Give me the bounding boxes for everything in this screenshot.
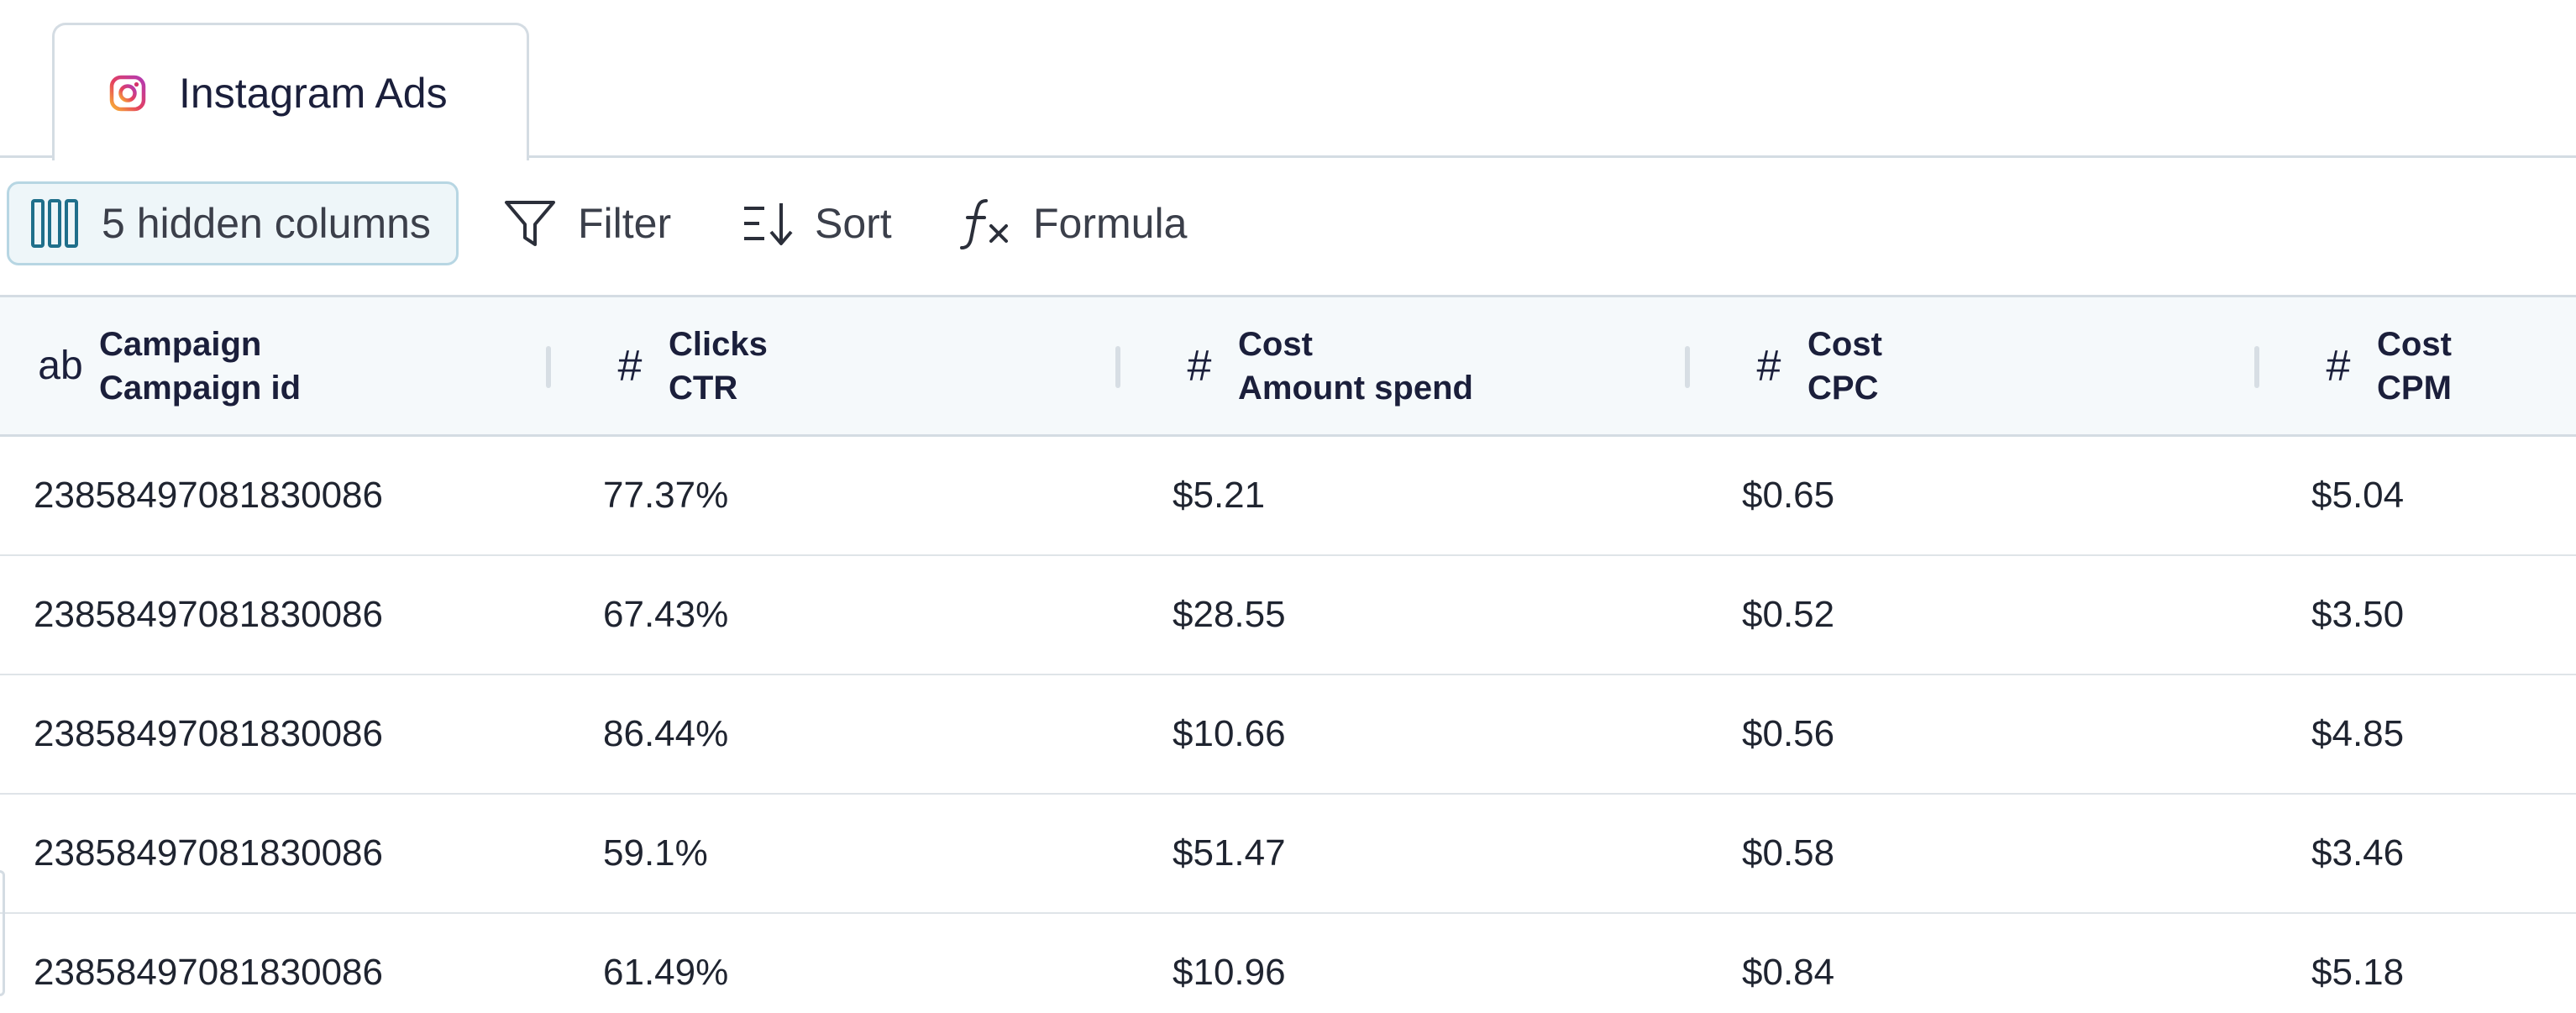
cell-cpm[interactable]: $5.18 — [2311, 914, 2404, 1013]
table-row[interactable]: 23858497081830086 61.49% $10.96 $0.84 $5… — [0, 914, 2576, 1013]
filter-icon — [505, 201, 555, 246]
text-type-icon: ab — [38, 344, 83, 388]
column-source: Campaign — [99, 325, 262, 363]
table-row[interactable]: 23858497081830086 59.1% $51.47 $0.58 $3.… — [0, 795, 2576, 914]
cell-campaign-id[interactable]: 23858497081830086 — [34, 914, 383, 1013]
cell-amount-spend[interactable]: $10.66 — [1173, 675, 1286, 793]
filter-button[interactable]: Filter — [502, 181, 671, 265]
cell-cpc[interactable]: $0.52 — [1742, 556, 1834, 674]
cell-amount-spend[interactable]: $51.47 — [1173, 795, 1286, 912]
number-type-icon: # — [1187, 341, 1212, 391]
cell-amount-spend[interactable]: $5.21 — [1173, 437, 1265, 554]
column-resize-handle[interactable] — [546, 346, 551, 388]
number-type-icon: # — [2326, 341, 2351, 391]
cell-campaign-id[interactable]: 23858497081830086 — [34, 675, 383, 793]
cell-cpc[interactable]: $0.65 — [1742, 437, 1834, 554]
column-header-ctr[interactable]: # Clicks CTR — [606, 297, 768, 434]
table-row[interactable]: 23858497081830086 77.37% $5.21 $0.65 $5.… — [0, 437, 2576, 556]
cell-cpm[interactable]: $5.04 — [2311, 437, 2404, 554]
sort-label: Sort — [815, 200, 892, 247]
column-field: CTR — [669, 369, 738, 407]
cell-ctr[interactable]: 61.49% — [603, 914, 728, 1013]
cell-ctr[interactable]: 77.37% — [603, 437, 728, 554]
column-resize-handle[interactable] — [2254, 346, 2259, 388]
tab-label: Instagram Ads — [179, 69, 448, 117]
cell-campaign-id[interactable]: 23858497081830086 — [34, 437, 383, 554]
column-field: CPM — [2377, 369, 2452, 407]
column-header-cpc[interactable]: # Cost CPC — [1745, 297, 1882, 434]
tab-bar: Instagram Ads — [0, 0, 2576, 160]
page: Instagram Ads 5 hidden columns Filter So… — [0, 0, 2576, 1013]
cell-cpc[interactable]: $0.56 — [1742, 675, 1834, 793]
data-table: ab Campaign Campaign id # Clicks CTR # C… — [0, 297, 2576, 1013]
formula-button[interactable]: Formula — [957, 181, 1187, 265]
formula-label: Formula — [1033, 200, 1188, 247]
sort-icon — [744, 203, 793, 245]
table-row[interactable]: 23858497081830086 86.44% $10.66 $0.56 $4… — [0, 675, 2576, 795]
toolbar: 5 hidden columns Filter Sort Formula — [0, 158, 2576, 297]
cell-campaign-id[interactable]: 23858497081830086 — [34, 556, 383, 674]
cell-amount-spend[interactable]: $28.55 — [1173, 556, 1286, 674]
column-field: CPC — [1807, 369, 1879, 407]
filter-label: Filter — [578, 200, 672, 247]
cell-cpc[interactable]: $0.58 — [1742, 795, 1834, 912]
cell-ctr[interactable]: 59.1% — [603, 795, 708, 912]
column-source: Cost — [2377, 325, 2452, 363]
formula-icon — [960, 199, 1008, 249]
instagram-icon — [109, 75, 146, 111]
cell-cpm[interactable]: $3.46 — [2311, 795, 2404, 912]
sort-button[interactable]: Sort — [741, 181, 892, 265]
hidden-columns-button[interactable]: 5 hidden columns — [7, 181, 459, 265]
column-field: Amount spend — [1238, 369, 1473, 407]
table-header: ab Campaign Campaign id # Clicks CTR # C… — [0, 297, 2576, 437]
number-type-icon: # — [1756, 341, 1781, 391]
hidden-columns-label: 5 hidden columns — [102, 200, 431, 247]
column-field: Campaign id — [99, 369, 302, 407]
column-header-cpm[interactable]: # Cost CPM — [2315, 297, 2452, 434]
cell-ctr[interactable]: 67.43% — [603, 556, 728, 674]
cell-ctr[interactable]: 86.44% — [603, 675, 728, 793]
cell-cpm[interactable]: $4.85 — [2311, 675, 2404, 793]
columns-icon — [31, 199, 78, 248]
tab-instagram-ads[interactable]: Instagram Ads — [52, 23, 529, 160]
cell-amount-spend[interactable]: $10.96 — [1173, 914, 1286, 1013]
cell-campaign-id[interactable]: 23858497081830086 — [34, 795, 383, 912]
table-row[interactable]: 23858497081830086 67.43% $28.55 $0.52 $3… — [0, 556, 2576, 675]
column-resize-handle[interactable] — [1685, 346, 1690, 388]
column-resize-handle[interactable] — [1115, 346, 1120, 388]
column-header-amount-spend[interactable]: # Cost Amount spend — [1176, 297, 1473, 434]
column-source: Cost — [1807, 325, 1882, 363]
side-panel-handle[interactable] — [0, 870, 5, 996]
cell-cpm[interactable]: $3.50 — [2311, 556, 2404, 674]
cell-cpc[interactable]: $0.84 — [1742, 914, 1834, 1013]
column-source: Clicks — [669, 325, 768, 363]
column-source: Cost — [1238, 325, 1313, 363]
column-header-campaign-id[interactable]: ab Campaign Campaign id — [37, 297, 301, 434]
number-type-icon: # — [617, 341, 643, 391]
